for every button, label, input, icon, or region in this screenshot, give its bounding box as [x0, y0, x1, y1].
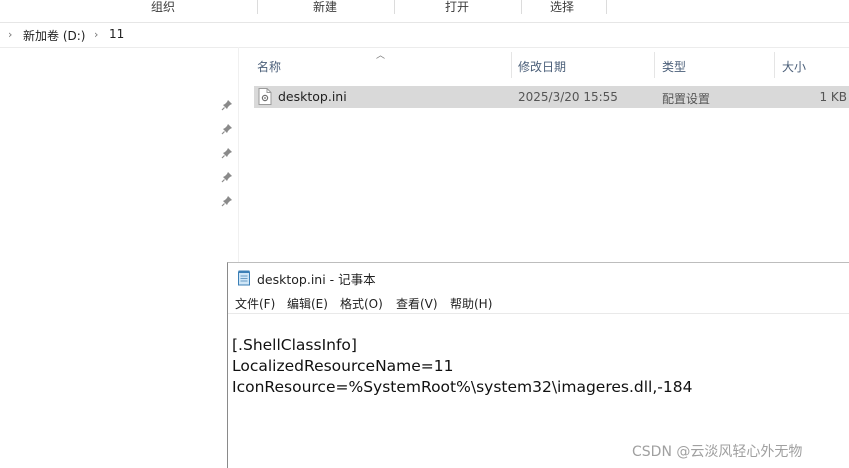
- pin-icon[interactable]: [221, 123, 233, 135]
- pin-icon[interactable]: [221, 171, 233, 183]
- file-row[interactable]: desktop.ini 2025/3/20 15:55 配置设置 1 KB: [254, 86, 849, 108]
- ribbon-group-select: 选择: [550, 0, 575, 14]
- watermark: CSDN @云淡风轻心外无物: [632, 444, 803, 460]
- ribbon-group-open: 打开: [445, 0, 470, 14]
- pin-icon[interactable]: [221, 99, 233, 111]
- menu-edit[interactable]: 编辑(E): [287, 295, 328, 312]
- menu-help[interactable]: 帮助(H): [450, 295, 492, 312]
- column-header-name[interactable]: 名称: [257, 58, 281, 75]
- navigation-pane: [0, 47, 239, 467]
- file-type: 配置设置: [662, 92, 711, 106]
- notepad-window[interactable]: desktop.ini - 记事本 文件(F) 编辑(E) 格式(O) 查看(V…: [227, 262, 849, 468]
- menu-file[interactable]: 文件(F): [235, 295, 275, 312]
- sort-ascending-icon: ︿: [376, 51, 386, 61]
- ribbon-separator: [606, 0, 607, 14]
- ribbon-separator: [394, 0, 395, 14]
- notepad-title: desktop.ini - 记事本: [257, 272, 376, 287]
- ribbon-separator: [257, 0, 258, 14]
- notepad-title-bar[interactable]: desktop.ini - 记事本: [228, 263, 849, 292]
- ribbon-separator: [521, 0, 522, 14]
- chevron-right-icon[interactable]: ›: [94, 28, 98, 41]
- ribbon-group-organize: 组织: [151, 0, 176, 14]
- column-divider[interactable]: [774, 52, 775, 78]
- ribbon-group-new: 新建: [313, 0, 338, 14]
- chevron-right-icon[interactable]: ›: [8, 28, 12, 41]
- column-header-type[interactable]: 类型: [662, 58, 686, 75]
- ini-file-icon: [258, 88, 272, 109]
- breadcrumb-folder[interactable]: 11: [109, 27, 124, 41]
- menu-view[interactable]: 查看(V): [396, 295, 438, 312]
- ribbon-group-bar: 组织 新建 打开 选择: [0, 0, 849, 16]
- notepad-menu-bar: 文件(F) 编辑(E) 格式(O) 查看(V) 帮助(H): [228, 293, 849, 313]
- notepad-text-area[interactable]: [.ShellClassInfo] LocalizedResourceName=…: [232, 335, 692, 398]
- column-header-size[interactable]: 大小: [782, 58, 806, 75]
- address-bar[interactable]: › 新加卷 (D:) › 11: [0, 22, 849, 48]
- column-divider[interactable]: [511, 52, 512, 78]
- column-divider[interactable]: [654, 52, 655, 78]
- pin-icon[interactable]: [221, 195, 233, 207]
- column-header-date[interactable]: 修改日期: [518, 58, 566, 75]
- menu-divider: [228, 313, 849, 314]
- file-size: 1 KB: [819, 90, 847, 104]
- pin-icon[interactable]: [221, 147, 233, 159]
- file-name: desktop.ini: [278, 89, 347, 104]
- file-date: 2025/3/20 15:55: [518, 90, 618, 104]
- notepad-icon: [237, 270, 252, 290]
- breadcrumb-drive[interactable]: 新加卷 (D:): [23, 27, 85, 44]
- menu-format[interactable]: 格式(O): [340, 295, 383, 312]
